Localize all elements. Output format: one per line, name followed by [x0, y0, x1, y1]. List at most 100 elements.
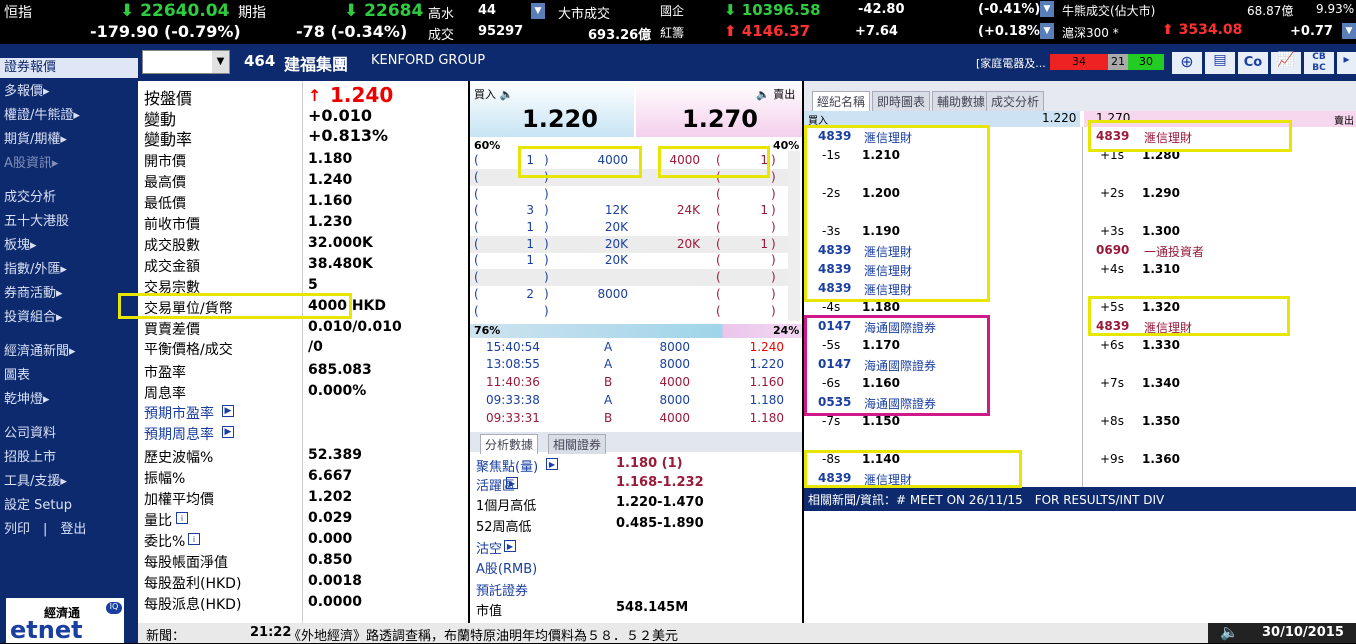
quote-label: 周息率: [144, 386, 186, 402]
news-bar: 新聞： 21:22 《外地經濟》路透調查稱，布蘭特原油明年均價料為５８．５２美元…: [138, 623, 1356, 644]
broker-name[interactable]: 一通投資者: [1144, 243, 1204, 260]
analysis-label[interactable]: 沽空: [476, 538, 502, 557]
best-bid: 1.220: [522, 105, 598, 133]
document-icon[interactable]: ▤: [1205, 52, 1235, 74]
company-icon[interactable]: Co: [1238, 52, 1268, 74]
analysis-label[interactable]: 聚焦點(量): [476, 456, 538, 475]
quote-value: 685.083: [308, 362, 372, 378]
paren-glyph: (: [716, 237, 721, 251]
redchip-change: +7.64: [855, 24, 898, 39]
nav-item[interactable]: A股資訊▸: [4, 154, 58, 174]
quote-value: 1.180: [308, 151, 353, 167]
nav-item[interactable]: 工具/支援▸: [4, 472, 67, 492]
paren-glyph: (: [474, 287, 479, 301]
nav-item[interactable]: 期貨/期權▸: [4, 130, 67, 150]
quote-label[interactable]: 預期周息率: [144, 424, 214, 444]
premium-value: 44: [478, 3, 497, 18]
info-icon[interactable]: i: [188, 533, 200, 545]
chevron-down-icon[interactable]: ▼: [212, 51, 229, 73]
paren-glyph: (: [716, 253, 721, 267]
dropdown-arrow-icon[interactable]: ▼: [1040, 23, 1054, 39]
related-news[interactable]: 相關新聞/資訊：# MEET ON 26/11/15 FOR RESULTS/I…: [808, 491, 1164, 508]
futures-value: ⬇ 22684: [344, 1, 424, 21]
news-headline[interactable]: 《外地經濟》路透調查稱，布蘭特原油明年均價料為５８．５２美元: [288, 625, 678, 644]
tab-broker[interactable]: 經紀名稱: [812, 91, 871, 111]
hsi-change: -179.90 (-0.79%): [90, 22, 241, 41]
nav-item[interactable]: 證券報價: [0, 58, 138, 78]
highlight-box: [658, 146, 770, 178]
arrow-right-icon[interactable]: ▶: [504, 540, 516, 552]
quote-label: 前收市價: [144, 217, 200, 233]
broker-queue-panel: 經紀名稱 即時圖表 輔助數據 成交分析 買入 1.220 1.270 賣出 4839 滙…: [804, 81, 1356, 623]
side-nav: 證券報價多報價▸ 權證/牛熊證▸ 期貨/期權▸ A股資訊▸ 成交分析五十大港股板塊▸ 指數…: [0, 44, 138, 643]
volume-value: 95297: [478, 24, 524, 39]
volume-label: 成交: [428, 28, 455, 43]
paren-glyph: (: [716, 187, 721, 201]
paren-glyph: (: [474, 270, 479, 284]
paren-glyph: (: [716, 304, 721, 318]
trade-side: B: [604, 375, 613, 389]
highlight-box: [804, 315, 990, 416]
nav-item[interactable]: 權證/牛熊證▸: [4, 106, 80, 126]
nav-item[interactable]: 投資組合▸: [4, 308, 63, 328]
dropdown-arrow-icon[interactable]: ▼: [531, 3, 545, 19]
scrollbar[interactable]: [788, 151, 800, 321]
sell-ratio: 24%: [773, 324, 800, 337]
nav-item[interactable]: 招股上市: [4, 448, 56, 468]
nav-item[interactable]: 券商活動▸: [4, 284, 63, 304]
paren-glyph: (: [474, 203, 479, 217]
nav-item[interactable]: 公司資料: [4, 424, 56, 444]
more-icon[interactable]: ▸: [1337, 52, 1356, 74]
tab-broker[interactable]: 成交分析: [986, 91, 1045, 111]
sector-link[interactable]: [家庭電器及...: [976, 55, 1046, 71]
tab-related[interactable]: 相關證券: [548, 434, 607, 454]
nav-item[interactable]: 成交分析: [4, 188, 56, 208]
paren-glyph: ): [771, 153, 776, 167]
spread-label: +6s: [1100, 338, 1124, 352]
quote-value: /0: [308, 339, 323, 355]
speaker-icon[interactable]: 🔈: [1220, 623, 1239, 641]
stock-name-en: KENFORD GROUP: [371, 53, 486, 68]
nav-item[interactable]: 板塊▸: [4, 236, 37, 256]
spread-price: 1.150: [862, 414, 900, 428]
nav-item[interactable]: 五十大港股: [4, 212, 69, 232]
arrow-right-icon[interactable]: ▶: [506, 477, 518, 489]
nav-item[interactable]: 列印 | 登出: [4, 520, 86, 540]
dropdown-arrow-icon[interactable]: ▼: [1342, 23, 1356, 39]
bid-count: 1: [526, 237, 534, 251]
info-icon[interactable]: i: [176, 512, 188, 524]
nav-item[interactable]: 圖表: [4, 366, 30, 386]
tab-broker[interactable]: 即時圖表: [872, 91, 931, 111]
paren-glyph: ): [771, 220, 776, 234]
quote-label: 最高價: [144, 175, 186, 191]
trade-qty: 8000: [659, 340, 690, 354]
nav-item[interactable]: 指數/外匯▸: [4, 260, 67, 280]
quote-value: 1.230: [308, 214, 353, 230]
tab-analysis[interactable]: 分析數據: [480, 434, 539, 454]
cbbc-icon[interactable]: CB BC: [1304, 52, 1334, 74]
stock-header: ▼ 464 建福集團 KENFORD GROUP [家庭電器及... 34 21…: [138, 44, 1356, 81]
dropdown-arrow-icon[interactable]: ▼: [1040, 1, 1054, 17]
nav-item[interactable]: 多報價▸: [4, 82, 50, 102]
quote-label[interactable]: 預期市盈率: [144, 403, 214, 423]
market-turnover-value: 693.26億: [588, 28, 652, 43]
trade-qty: 4000: [659, 411, 690, 425]
nav-item[interactable]: 設定 Setup: [4, 496, 72, 516]
sector-down-count: 34: [1050, 54, 1108, 70]
quote-label: 平衡價格/成交: [144, 342, 233, 358]
quote-value: 0.000: [308, 531, 353, 547]
bid-qty: 20K: [604, 237, 628, 251]
nav-item[interactable]: 乾坤燈▸: [4, 390, 50, 410]
arrow-right-icon[interactable]: ▶: [222, 426, 234, 438]
stock-name-cn: 建福集團: [284, 55, 349, 74]
quote-label: 每股帳面淨值: [144, 555, 228, 571]
spread-price: 1.350: [1142, 414, 1180, 428]
tab-broker[interactable]: 輔助數據: [932, 91, 991, 111]
chart-icon[interactable]: 📈: [1271, 52, 1301, 74]
nav-item[interactable]: 經濟通新聞▸: [4, 342, 76, 362]
target-icon[interactable]: ⊕: [1172, 52, 1202, 74]
arrow-right-icon[interactable]: ▶: [546, 458, 558, 470]
paren-glyph: (: [716, 287, 721, 301]
arrow-right-icon[interactable]: ▶: [222, 405, 234, 417]
best-ask: 1.270: [682, 105, 758, 133]
